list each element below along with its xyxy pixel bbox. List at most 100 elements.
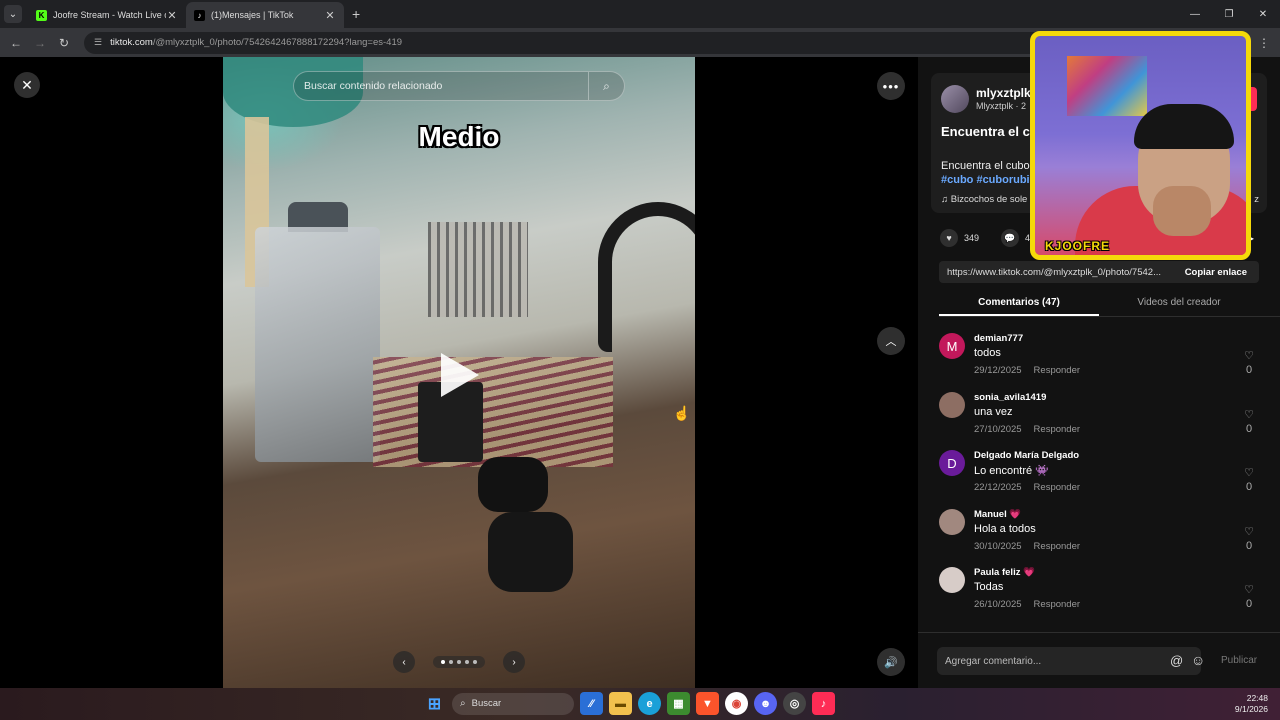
related-search-placeholder: Buscar contenido relacionado bbox=[304, 80, 443, 92]
previous-video-button[interactable]: ︿ bbox=[877, 327, 905, 355]
emoji-icon[interactable]: ☺ bbox=[1191, 652, 1205, 668]
browser-tab-kick[interactable]: K Joofre Stream - Watch Live on K ✕ bbox=[28, 2, 186, 28]
url-path: /@mlyxztplk_0/photo/7542642467888172294?… bbox=[152, 37, 403, 48]
commenter-name[interactable]: Delgado María Delgado bbox=[974, 450, 1079, 461]
tab-title: Joofre Stream - Watch Live on K bbox=[53, 10, 166, 20]
commenter-avatar[interactable] bbox=[939, 508, 965, 535]
edge-icon[interactable]: e bbox=[638, 692, 661, 715]
comment-icon: 💬 bbox=[1001, 229, 1020, 247]
copy-link-button[interactable]: Copiar enlace bbox=[1173, 267, 1259, 278]
mention-icon[interactable]: @ bbox=[1170, 653, 1183, 668]
commenter-avatar[interactable]: M bbox=[939, 333, 965, 359]
like-action[interactable]: ♥ 349 bbox=[940, 229, 979, 247]
comment-like[interactable]: ♡ 0 bbox=[1242, 349, 1256, 377]
new-tab-button[interactable]: + bbox=[352, 6, 360, 22]
comment-meta: 29/12/2025 Responder bbox=[974, 365, 1080, 376]
commenter-avatar[interactable] bbox=[939, 567, 965, 594]
carousel-dot[interactable] bbox=[457, 660, 461, 664]
add-comment-input[interactable]: Agregar comentario... bbox=[937, 647, 1201, 675]
comment-date: 30/10/2025 bbox=[974, 540, 1022, 552]
restore-icon[interactable]: ❐ bbox=[1212, 0, 1246, 28]
volume-button[interactable]: 🔊 bbox=[877, 648, 905, 676]
tiktok-icon[interactable]: ♪ bbox=[812, 692, 835, 715]
comment-date: 26/10/2025 bbox=[974, 599, 1022, 611]
window-controls: — ❐ ✕ bbox=[1178, 0, 1280, 28]
windows-start-icon[interactable]: ⊞ bbox=[423, 692, 446, 715]
post-hashtags[interactable]: #cubo #cuborubi bbox=[941, 174, 1030, 186]
obs-icon[interactable]: ◎ bbox=[783, 692, 806, 715]
compass-case bbox=[255, 227, 380, 462]
music-title: Bizcochos de sole bbox=[950, 194, 1028, 205]
carousel-dot[interactable] bbox=[441, 660, 445, 664]
carousel-dot[interactable] bbox=[473, 660, 477, 664]
commenter-name[interactable]: sonia_avila1419 bbox=[974, 392, 1046, 403]
commenter-name[interactable]: Manuel 💗 bbox=[974, 509, 1021, 520]
comment-meta: 27/10/2025 Responder bbox=[974, 424, 1080, 435]
visual-studio-icon[interactable]: ⁄⁄ bbox=[580, 692, 603, 715]
forward-arrow-icon[interactable]: → bbox=[28, 36, 52, 50]
url-domain: tiktok.com bbox=[110, 37, 153, 48]
more-options-button[interactable]: ••• bbox=[877, 72, 905, 100]
browser-tab-tiktok[interactable]: ♪ (1)Mensajes | TikTok ✕ bbox=[186, 2, 344, 28]
engagement-actions: ♥ 349 💬 47 bbox=[940, 229, 1035, 247]
headphones bbox=[598, 202, 695, 352]
tab-creator-videos[interactable]: Videos del creador bbox=[1099, 289, 1259, 316]
brave-icon[interactable]: ▼ bbox=[696, 692, 719, 715]
commenter-name[interactable]: demian777 bbox=[974, 333, 1023, 344]
next-slide-button[interactable]: › bbox=[503, 651, 525, 673]
heart-outline-icon: ♡ bbox=[1244, 408, 1254, 421]
photo-slide[interactable]: Buscar contenido relacionado ⌕ Medio ☝ ‹… bbox=[223, 57, 695, 688]
close-window-icon[interactable]: ✕ bbox=[1246, 0, 1280, 28]
tab-comments[interactable]: Comentarios (47) bbox=[939, 289, 1099, 316]
chrome-icon[interactable]: ◉ bbox=[725, 692, 748, 715]
music-info[interactable]: ♫ Bizcochos de sole bbox=[941, 194, 1027, 205]
discord-icon[interactable]: ☻ bbox=[754, 692, 777, 715]
comment-like[interactable]: ♡ 0 bbox=[1242, 408, 1256, 436]
reload-icon[interactable]: ↻ bbox=[52, 36, 76, 50]
reply-button[interactable]: Responder bbox=[1034, 541, 1080, 552]
comment-item: Paula feliz 💗 Todas 26/10/2025 Responder … bbox=[918, 561, 1280, 620]
play-icon[interactable] bbox=[441, 353, 479, 397]
related-search-input[interactable]: Buscar contenido relacionado ⌕ bbox=[293, 71, 625, 101]
commenter-avatar[interactable] bbox=[939, 391, 965, 418]
commenter-avatar[interactable]: D bbox=[939, 450, 965, 477]
creator-username[interactable]: mlyxztplk bbox=[976, 86, 1031, 100]
minimize-icon[interactable]: — bbox=[1178, 0, 1212, 28]
file-explorer-icon[interactable]: ▬ bbox=[609, 692, 632, 715]
previous-slide-button[interactable]: ‹ bbox=[393, 651, 415, 673]
carousel-dot[interactable] bbox=[465, 660, 469, 664]
search-icon[interactable]: ⌕ bbox=[588, 72, 624, 100]
close-tab-icon[interactable]: ✕ bbox=[166, 9, 178, 22]
browser-menu-icon[interactable]: ⋮ bbox=[1258, 36, 1270, 50]
commenter-name[interactable]: Paula feliz 💗 bbox=[974, 567, 1035, 578]
creator-avatar[interactable] bbox=[941, 85, 969, 113]
site-info-icon[interactable]: ☰ bbox=[94, 37, 102, 48]
heart-outline-icon: ♡ bbox=[1244, 350, 1254, 362]
reply-button[interactable]: Responder bbox=[1034, 599, 1080, 610]
creator-subline: Mlyxztplk · 2 bbox=[976, 101, 1027, 111]
close-tab-icon[interactable]: ✕ bbox=[324, 9, 336, 22]
reply-button[interactable]: Responder bbox=[1034, 482, 1080, 493]
url-input[interactable]: ☰ tiktok.com/@mlyxztplk_0/photo/75426424… bbox=[84, 31, 1044, 54]
comment-like[interactable]: ♡ 0 bbox=[1242, 466, 1256, 494]
heart-outline-icon: ♡ bbox=[1244, 467, 1254, 480]
comment-composer: Agregar comentario... @ ☺ Publicar bbox=[918, 632, 1280, 688]
close-viewer-button[interactable]: ✕ bbox=[14, 72, 40, 98]
reply-button[interactable]: Responder bbox=[1034, 424, 1080, 435]
comment-meta: 22/12/2025 Responder bbox=[974, 482, 1080, 493]
add-comment-placeholder: Agregar comentario... bbox=[945, 655, 1042, 667]
publish-button[interactable]: Publicar bbox=[1221, 655, 1257, 666]
clock-time: 22:48 bbox=[1246, 693, 1268, 703]
reply-button[interactable]: Responder bbox=[1034, 365, 1080, 376]
minecraft-icon[interactable]: ▦ bbox=[667, 692, 690, 715]
tab-search-button[interactable]: ⌄ bbox=[4, 5, 22, 23]
clock-date: 9/1/2026 bbox=[1234, 704, 1268, 714]
comment-date: 27/10/2025 bbox=[974, 423, 1022, 435]
taskbar-search[interactable]: ⌕ Buscar bbox=[452, 692, 574, 715]
carousel-dot[interactable] bbox=[449, 660, 453, 664]
system-clock[interactable]: 22:48 9/1/2026 bbox=[1235, 693, 1268, 715]
comment-like[interactable]: ♡ 0 bbox=[1242, 583, 1256, 611]
panel-tabs: Comentarios (47) Videos del creador bbox=[939, 289, 1280, 317]
comment-like[interactable]: ♡ 0 bbox=[1242, 525, 1256, 553]
back-arrow-icon[interactable]: ← bbox=[4, 36, 28, 50]
